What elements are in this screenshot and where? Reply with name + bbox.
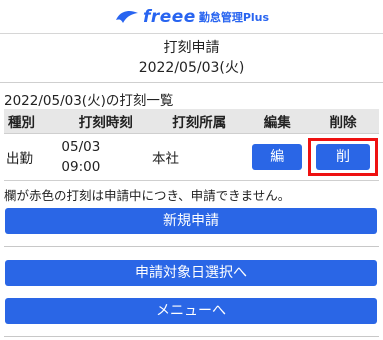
page-date: 2022/05/03(火) [138,60,245,76]
divider-bottom [4,336,379,337]
header-kind: 種別 [4,109,61,134]
header-delete: 削除 [306,109,379,134]
new-request-button[interactable]: 新規申請 [5,208,377,234]
edit-button[interactable]: 編 [252,144,303,170]
header-time: 打刻時刻 [60,109,152,134]
table-header-row: 種別 打刻時刻 打刻所属 編集 削除 [4,109,379,134]
header-edit: 編集 [247,109,307,134]
page-title: 打刻申請 [163,40,220,56]
cell-delete: 削 [306,133,379,181]
divider [4,246,379,247]
punch-table: 種別 打刻時刻 打刻所属 編集 削除 出勤 05/03 09:00 本社 編 削 [4,109,379,181]
notice-text: 欄が赤色の打刻は申請中につき、申請できません。 [4,188,291,203]
cell-place: 本社 [151,133,248,181]
menu-button[interactable]: メニューへ [5,298,377,324]
delete-button[interactable]: 削 [315,144,370,170]
table-row: 出勤 05/03 09:00 本社 編 削 [4,133,379,181]
cell-edit: 編 [247,133,307,181]
header-place: 打刻所属 [151,109,248,134]
page-title-box: 打刻申請 2022/05/03(火) [0,34,383,83]
cell-time: 05/03 09:00 [60,133,152,181]
brand-name: freee [142,6,196,27]
list-title: 2022/05/03(火)の打刻一覧 [4,93,174,109]
cell-kind: 出勤 [4,133,61,181]
cell-time-value: 09:00 [61,159,101,175]
delete-highlight: 削 [307,138,378,176]
select-date-button[interactable]: 申請対象日選択へ [5,260,377,286]
app-header: freee 勤怠管理Plus [0,0,383,34]
bird-logo-icon [115,10,138,23]
cell-date-value: 05/03 [61,139,101,155]
app-logo: freee 勤怠管理Plus [114,7,269,27]
product-name: 勤怠管理Plus [198,10,270,24]
